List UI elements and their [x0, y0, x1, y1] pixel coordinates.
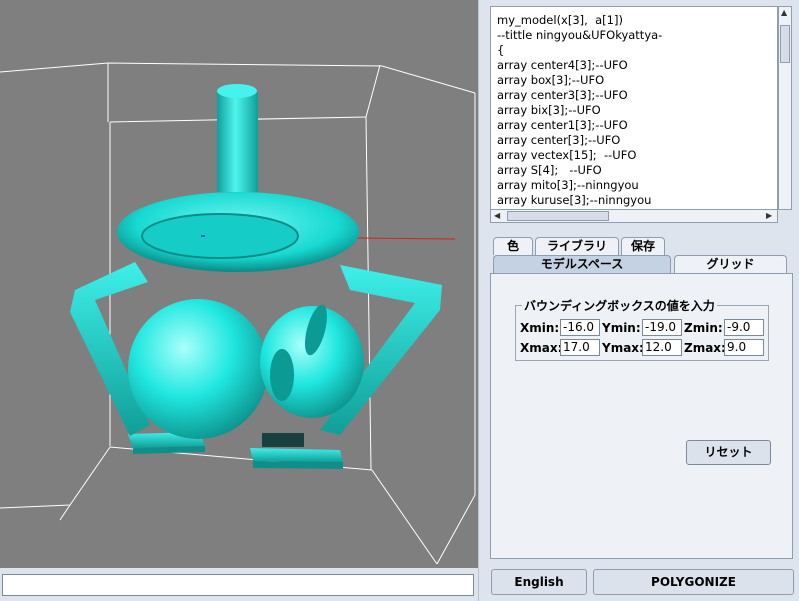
tab-model-space[interactable]: モデルスペース: [493, 255, 671, 273]
split-divider[interactable]: [478, 0, 488, 601]
code-line: array center[3];--UFO: [497, 133, 621, 147]
xmin-field[interactable]: -16.0: [560, 319, 600, 336]
code-lines: my_model(x[3], a[1]) --tittle ningyou&UF…: [491, 7, 777, 208]
reset-button[interactable]: リセット: [686, 440, 771, 465]
tab-color[interactable]: 色: [493, 237, 533, 255]
zmax-field[interactable]: 9.0: [724, 339, 764, 356]
x-axis-line: [354, 237, 456, 240]
code-vertical-scrollbar[interactable]: ▲: [778, 6, 792, 210]
code-horizontal-scrollbar[interactable]: ◀ ▶: [490, 209, 778, 223]
english-button[interactable]: English: [491, 569, 587, 595]
xmax-field[interactable]: 17.0: [560, 339, 600, 356]
model-space-panel: バウンディングボックスの値を入力 Xmin: -16.0 Ymin: -19.0…: [490, 273, 793, 559]
scroll-right-arrow-icon[interactable]: ▶: [766, 210, 772, 222]
tab-grid[interactable]: グリッド: [674, 255, 787, 273]
ymin-label: Ymin:: [602, 321, 641, 335]
zmin-field[interactable]: -9.0: [724, 319, 764, 336]
command-input[interactable]: [2, 574, 474, 596]
code-line: array bix[3];--UFO: [497, 103, 601, 117]
code-line: array vectex[15]; --UFO: [497, 148, 637, 162]
horizontal-scroll-thumb[interactable]: [507, 211, 609, 221]
code-line: array center4[3];--UFO: [497, 58, 628, 72]
ymax-label: Ymax:: [602, 341, 644, 355]
code-line: --tittle ningyou&UFOkyattya-: [497, 28, 663, 42]
polygonize-button[interactable]: POLYGONIZE: [593, 569, 794, 595]
tab-library[interactable]: ライブラリ: [535, 237, 619, 255]
code-line: array S[4]; --UFO: [497, 163, 602, 177]
scroll-left-arrow-icon[interactable]: ◀: [494, 210, 500, 222]
code-line: array center1[3];--UFO: [497, 118, 628, 132]
3d-model: [70, 84, 442, 469]
ymax-field[interactable]: 12.0: [642, 339, 682, 356]
code-line: array kuruse[3];--ninngyou: [497, 193, 652, 207]
bounding-box-legend: バウンディングボックスの値を入力: [522, 297, 717, 314]
3d-scene[interactable]: [0, 0, 478, 568]
bounding-box-group: バウンディングボックスの値を入力 Xmin: -16.0 Ymin: -19.0…: [515, 297, 769, 361]
code-line: {: [497, 43, 505, 57]
code-line: array box[3];--UFO: [497, 73, 605, 87]
code-line: array mito[3];--ninngyou: [497, 178, 639, 192]
vertical-scroll-thumb[interactable]: [780, 25, 790, 63]
code-line: array center3[3];--UFO: [497, 88, 628, 102]
tab-save[interactable]: 保存: [621, 237, 665, 255]
3d-viewport[interactable]: [0, 0, 478, 568]
code-editor[interactable]: my_model(x[3], a[1]) --tittle ningyou&UF…: [490, 6, 778, 210]
xmin-label: Xmin:: [520, 321, 560, 335]
code-line: my_model(x[3], a[1]): [497, 13, 623, 27]
xmax-label: Xmax:: [520, 341, 563, 355]
ymin-field[interactable]: -19.0: [642, 319, 682, 336]
zmin-label: Zmin:: [684, 321, 723, 335]
zmax-label: Zmax:: [684, 341, 726, 355]
scroll-up-arrow-icon[interactable]: ▲: [781, 7, 787, 19]
